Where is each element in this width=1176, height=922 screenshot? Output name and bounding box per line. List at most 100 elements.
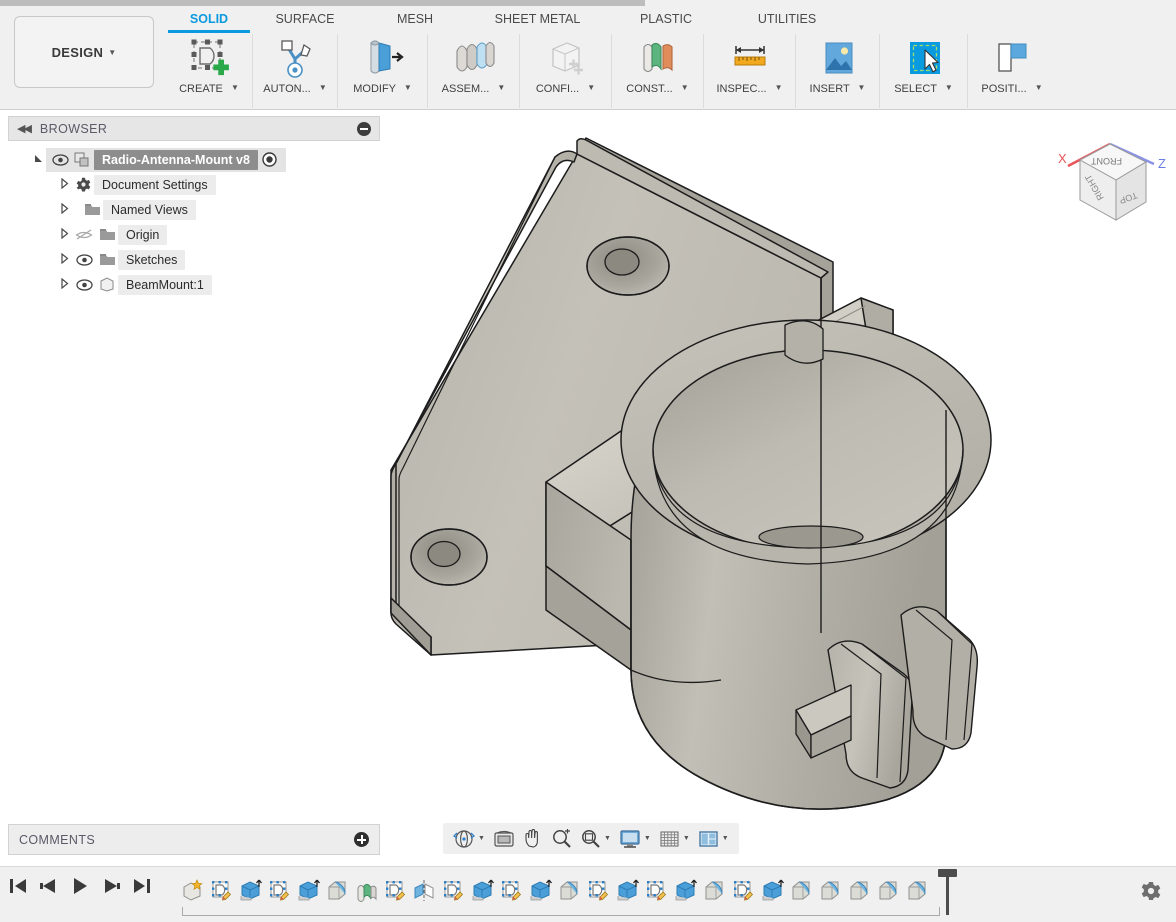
step-forward-icon[interactable] (101, 877, 121, 900)
visibility-eye-icon[interactable] (48, 153, 72, 166)
fit-magnifier-icon[interactable]: ▼ (576, 826, 615, 852)
gear-icon (72, 177, 94, 192)
body-icon (96, 277, 118, 292)
panel-position[interactable]: POSITI... ▼ (968, 34, 1056, 108)
tree-node-beammount-label: BeamMount:1 (118, 274, 212, 295)
folder-icon (96, 228, 118, 242)
automate-icon (273, 34, 317, 82)
chevron-right-icon[interactable] (56, 227, 72, 241)
timeline-feature-fillet[interactable] (700, 873, 729, 907)
panel-modify[interactable]: MODIFY ▼ (338, 34, 428, 108)
timeline-feature-extrude[interactable] (758, 873, 787, 907)
timeline-feature-sketch[interactable] (381, 873, 410, 907)
play-icon[interactable] (70, 877, 90, 900)
orbit-icon[interactable]: ▼ (449, 826, 489, 852)
countersink-hole-lower (410, 528, 488, 586)
display-settings-icon[interactable]: ▼ (615, 826, 655, 852)
timeline-feature-extrude[interactable] (294, 873, 323, 907)
grid-snaps-icon[interactable]: ▼ (655, 826, 694, 852)
collapse-left-icon[interactable]: ◀◀ (17, 122, 32, 135)
chevron-down-icon: ▼ (682, 835, 690, 842)
activate-radio-icon[interactable] (258, 152, 282, 167)
browser-header: ◀◀ BROWSER (8, 116, 380, 141)
viewports-icon[interactable]: ▼ (694, 826, 733, 852)
timeline-feature-construct[interactable] (352, 873, 381, 907)
plus-circle-icon[interactable] (354, 832, 369, 847)
viewcube-face-front: FRONT (1091, 156, 1122, 166)
panel-construct[interactable]: CONST... ▼ (612, 34, 704, 108)
timeline-feature-fillet[interactable] (555, 873, 584, 907)
timeline-feature-sketch[interactable] (207, 873, 236, 907)
gear-icon[interactable] (1140, 881, 1162, 908)
panel-select-label: SELECT (894, 83, 937, 95)
pan-hand-icon[interactable] (519, 826, 547, 852)
tab-active-underline (168, 30, 250, 33)
chevron-right-icon[interactable] (56, 177, 72, 191)
timeline-feature-sketch[interactable] (265, 873, 294, 907)
expand-arrow-icon[interactable] (30, 153, 46, 166)
tree-node-origin[interactable]: Origin (8, 222, 380, 247)
timeline-feature-extrude[interactable] (613, 873, 642, 907)
timeline-feature-extrude[interactable] (526, 873, 555, 907)
panel-automate[interactable]: AUTON... ▼ (253, 34, 338, 108)
timeline-feature-new-component[interactable] (178, 873, 207, 907)
inspect-measure-icon (727, 34, 773, 82)
panel-modify-label: MODIFY (353, 83, 396, 95)
zoom-magnifier-icon[interactable] (547, 826, 576, 852)
timeline-feature-fillet[interactable] (874, 873, 903, 907)
chevron-down-icon: ▼ (721, 835, 729, 842)
timeline-feature-fillet[interactable] (816, 873, 845, 907)
viewcube[interactable]: X Z FRONT RIGHT TOP (1048, 128, 1174, 240)
tree-node-sketches[interactable]: Sketches (8, 247, 380, 272)
timeline-feature-fillet[interactable] (787, 873, 816, 907)
timeline-feature-sketch[interactable] (729, 873, 758, 907)
chevron-right-icon[interactable] (56, 202, 72, 216)
timeline-feature-extrude[interactable] (671, 873, 700, 907)
timeline-feature-fillet[interactable] (845, 873, 874, 907)
minus-circle-icon[interactable] (357, 121, 371, 136)
panel-create[interactable]: CREATE ▼ (166, 34, 253, 108)
workspace-switcher[interactable]: DESIGN ▼ (14, 16, 154, 88)
panel-configure[interactable]: CONFI... ▼ (520, 34, 612, 108)
comments-panel[interactable]: COMMENTS (8, 824, 380, 855)
chevron-right-icon[interactable] (56, 252, 72, 266)
construct-plane-icon (635, 34, 681, 82)
panel-insert[interactable]: INSERT ▼ (796, 34, 880, 108)
go-to-beginning-icon[interactable] (8, 877, 28, 900)
timeline-feature-sketch[interactable] (642, 873, 671, 907)
side-hole (784, 320, 824, 364)
timeline-feature-sketch[interactable] (584, 873, 613, 907)
tree-node-root[interactable]: Radio-Antenna-Mount v8 (8, 147, 380, 172)
3d-viewport[interactable]: X Z FRONT RIGHT TOP (381, 110, 1176, 812)
timeline-feature-extrude[interactable] (468, 873, 497, 907)
visibility-eye-icon[interactable] (72, 253, 96, 266)
tree-node-document-settings-label: Document Settings (94, 174, 216, 195)
timeline-bar (0, 866, 1176, 922)
tree-node-beammount[interactable]: BeamMount:1 (8, 272, 380, 297)
chevron-right-icon[interactable] (56, 277, 72, 291)
timeline-feature-extrude[interactable] (236, 873, 265, 907)
panel-inspect[interactable]: INSPEC... ▼ (704, 34, 796, 108)
go-to-end-icon[interactable] (132, 877, 152, 900)
ribbon-tab-row: SOLID SURFACE MESH SHEET METAL PLASTIC U… (168, 8, 847, 34)
countersink-hole-upper (586, 236, 670, 296)
visibility-eye-icon[interactable] (72, 278, 96, 291)
timeline-feature-fillet[interactable] (903, 873, 932, 907)
timeline-marker[interactable] (946, 869, 949, 915)
visibility-hidden-eye-icon[interactable] (72, 228, 96, 241)
tree-node-named-views[interactable]: Named Views (8, 197, 380, 222)
fusion360-window: DESIGN ▼ SOLID SURFACE MESH SHEET METAL P… (0, 0, 1176, 922)
panel-assemble[interactable]: ASSEM... ▼ (428, 34, 520, 108)
timeline-feature-sketch[interactable] (497, 873, 526, 907)
timeline-playback-controls (8, 877, 152, 900)
tree-node-document-settings[interactable]: Document Settings (8, 172, 380, 197)
document-icon (72, 152, 94, 168)
chevron-down-icon: ▼ (108, 47, 117, 57)
timeline-rail (182, 907, 940, 916)
step-back-icon[interactable] (39, 877, 59, 900)
panel-select[interactable]: SELECT ▼ (880, 34, 968, 108)
look-at-icon[interactable] (489, 826, 519, 852)
timeline-feature-sketch[interactable] (439, 873, 468, 907)
timeline-feature-mirror[interactable] (410, 873, 439, 907)
timeline-feature-fillet[interactable] (323, 873, 352, 907)
